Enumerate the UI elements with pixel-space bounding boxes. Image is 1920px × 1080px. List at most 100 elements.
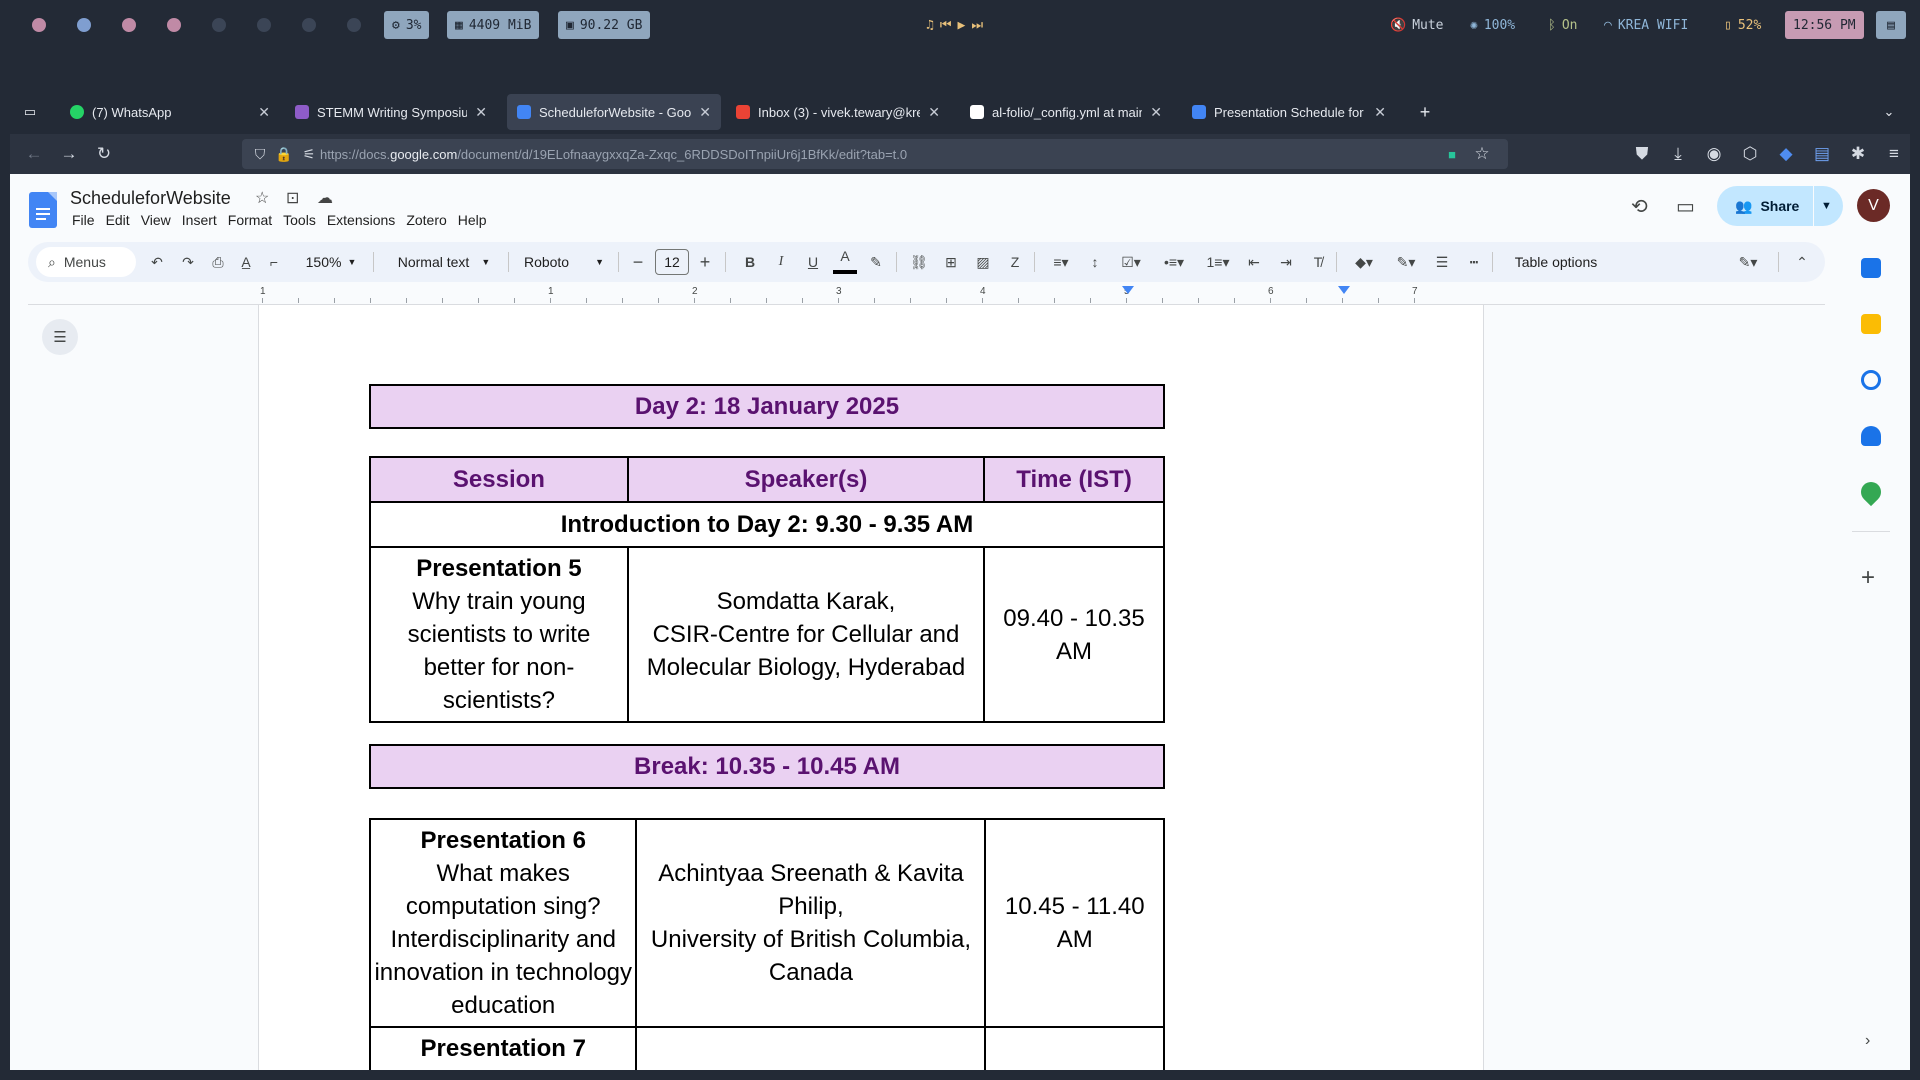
text-color-button[interactable]: A [833, 242, 857, 274]
time-cell[interactable] [984, 1026, 1165, 1070]
decrease-font-size-button[interactable]: − [628, 242, 648, 282]
border-width-icon[interactable]: ☰ [1430, 242, 1454, 282]
workspace-dot[interactable] [257, 18, 271, 32]
font-select[interactable]: Roboto ▼ [518, 242, 610, 282]
highlight-icon[interactable]: ✎ [864, 242, 888, 282]
menu-item-format[interactable]: Format [228, 212, 280, 228]
browser-tab[interactable]: Presentation Schedule for 17 ✕ [1182, 94, 1396, 130]
menu-item-insert[interactable]: Insert [182, 212, 225, 228]
checklist-icon[interactable]: ☑▾ [1113, 242, 1149, 282]
workspace-dot[interactable] [212, 18, 226, 32]
schedule-table-1[interactable]: Session Speaker(s) Time (IST) Introducti… [369, 456, 1165, 723]
document-title[interactable]: ScheduleforWebsite [70, 188, 231, 209]
wifi-widget[interactable]: ◠ KREA WIFI [1604, 16, 1688, 34]
session-cell[interactable]: Presentation 7 [368, 1026, 638, 1070]
pocket-icon[interactable]: ⛊ [1630, 142, 1654, 166]
share-dropdown-chevron-icon[interactable]: ▼ [1821, 200, 1832, 212]
puzzle-icon[interactable]: ✱ [1846, 142, 1870, 166]
underline-button[interactable]: U [801, 242, 825, 282]
clear-formatting-icon[interactable]: T̸ [1306, 242, 1330, 282]
day-heading-banner[interactable]: Day 2: 18 January 2025 [369, 384, 1165, 429]
time-cell[interactable]: 09.40 - 10.35 AM [983, 546, 1165, 723]
bookmark-star-icon[interactable]: ☆ [1470, 142, 1494, 166]
new-tab-button[interactable]: + [1410, 94, 1440, 130]
header-time[interactable]: Time (IST) [983, 456, 1165, 503]
close-tab-icon[interactable]: ✕ [475, 104, 487, 121]
hamburger-menu-icon[interactable]: ≡ [1882, 142, 1906, 166]
insert-image-icon[interactable]: ▨ [971, 242, 995, 282]
paragraph-style-select[interactable]: Normal text ▼ [388, 242, 500, 282]
border-color-icon[interactable]: ✎▾ [1388, 242, 1424, 282]
maps-icon[interactable] [1856, 477, 1886, 507]
brightness-widget[interactable]: ✺ 100% [1470, 16, 1515, 34]
cloud-saved-icon[interactable]: ☁ [317, 188, 333, 208]
next-track-icon[interactable]: ⏭ [971, 18, 983, 33]
docs-extension-icon[interactable]: ▤ [1810, 142, 1834, 166]
numbered-list-icon[interactable]: 1≡▾ [1200, 242, 1236, 282]
line-spacing-icon[interactable]: ↕ [1083, 242, 1107, 282]
collapse-toolbar-icon[interactable]: ⌃ [1790, 242, 1814, 282]
indent-marker-icon[interactable] [1122, 286, 1134, 294]
zotero-citation-icon[interactable]: Z [1003, 242, 1027, 282]
tab-list-chevron-icon[interactable]: ⌄ [1874, 94, 1904, 130]
tab-overview-icon[interactable]: ▭ [12, 94, 48, 130]
bulleted-list-icon[interactable]: •≡▾ [1156, 242, 1192, 282]
menu-item-file[interactable]: File [72, 212, 103, 228]
browser-tab[interactable]: STEMM Writing Symposium 2 ✕ [285, 94, 497, 130]
add-comment-icon[interactable]: ⊞ [939, 242, 963, 282]
session-cell[interactable]: Presentation 5 Why train young scientist… [369, 546, 629, 723]
tasks-icon[interactable] [1861, 370, 1881, 390]
browser-tab[interactable]: ScheduleforWebsite - Google ✕ [507, 94, 721, 130]
bluetooth-widget[interactable]: ᛒ On [1548, 16, 1577, 34]
increase-font-size-button[interactable]: + [695, 242, 715, 282]
browser-tab[interactable]: (7) WhatsApp ✕ [60, 94, 280, 130]
redo-icon[interactable]: ↷ [176, 242, 200, 282]
lock-icon[interactable]: 🔒 [272, 142, 296, 166]
font-size-input[interactable]: 12 [655, 249, 689, 275]
menu-item-help[interactable]: Help [458, 212, 495, 228]
menus-search[interactable]: ⌕ Menus [36, 247, 136, 277]
close-tab-icon[interactable]: ✕ [928, 104, 940, 121]
media-controls[interactable]: ♫ ⏮ ▶ ⏭ [926, 16, 983, 34]
close-tab-icon[interactable]: ✕ [699, 104, 711, 121]
close-tab-icon[interactable]: ✕ [1374, 104, 1386, 121]
editing-mode-icon[interactable]: ✎▾ [1728, 242, 1768, 282]
workspace-dot[interactable] [302, 18, 316, 32]
share-button[interactable]: 👥 Share ▼ [1717, 186, 1843, 226]
speaker-cell[interactable]: Somdatta Karak, CSIR-Centre for Cellular… [626, 546, 986, 723]
paint-format-icon[interactable]: ⌐ [262, 242, 286, 282]
workspace-dot[interactable] [32, 18, 46, 32]
previous-track-icon[interactable]: ⏮ [940, 18, 952, 33]
avatar[interactable]: V [1857, 189, 1890, 222]
forward-button[interactable]: → [57, 142, 81, 166]
downloads-icon[interactable]: ⤓ [1666, 142, 1690, 166]
header-speakers[interactable]: Speaker(s) [626, 456, 986, 503]
header-session[interactable]: Session [369, 456, 629, 503]
speaker-cell[interactable]: Achintyaa Sreenath & Kavita Philip, Univ… [635, 818, 987, 1028]
break-banner[interactable]: Break: 10.35 - 10.45 AM [369, 744, 1165, 789]
insert-link-icon[interactable]: ⛓ [907, 242, 931, 282]
menu-item-edit[interactable]: Edit [106, 212, 138, 228]
keep-icon[interactable] [1861, 314, 1881, 334]
ruler-track[interactable]: 11234567 [260, 286, 1482, 304]
bold-button[interactable]: B [738, 242, 762, 282]
align-select-icon[interactable]: ≡▾ [1043, 242, 1079, 282]
document-page[interactable]: Day 2: 18 January 2025 Session Speaker(s… [258, 305, 1484, 1070]
workspace-dot[interactable] [347, 18, 361, 32]
get-add-ons-icon[interactable]: + [1861, 564, 1875, 592]
workspace-dot[interactable] [167, 18, 181, 32]
address-bar[interactable]: https://docs. google.com/document/d/19ELo… [242, 139, 1508, 169]
session-cell[interactable]: Presentation 6 What makes computation si… [368, 818, 638, 1028]
permissions-icon[interactable]: ⚟ [297, 142, 321, 166]
print-icon[interactable]: ⎙ [206, 242, 230, 282]
play-icon[interactable]: ▶ [958, 18, 966, 33]
google-docs-logo-icon[interactable] [29, 192, 57, 228]
account-icon[interactable]: ◉ [1702, 142, 1726, 166]
schedule-table-2[interactable]: Presentation 6 What makes computation si… [368, 818, 1165, 1070]
browser-tab[interactable]: al-folio/_config.yml at main · ✕ [960, 94, 1172, 130]
menu-item-view[interactable]: View [141, 212, 179, 228]
italic-button[interactable]: I [769, 242, 793, 282]
close-tab-icon[interactable]: ✕ [1150, 104, 1162, 121]
border-dash-icon[interactable]: ┅ [1462, 242, 1486, 282]
right-indent-marker-icon[interactable] [1338, 286, 1350, 294]
